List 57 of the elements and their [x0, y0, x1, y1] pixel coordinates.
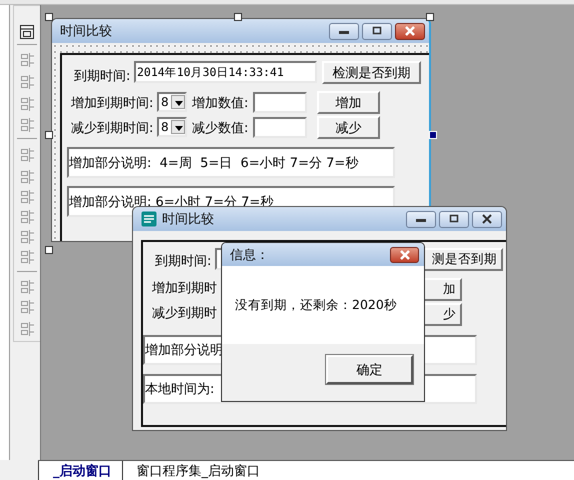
selection-handle[interactable] — [45, 131, 53, 139]
selection-handle[interactable] — [426, 13, 434, 21]
maximize-button[interactable] — [362, 22, 392, 40]
info-label: 增加部分说明: 4=周 5=日 6=小时 7=分 7=秒 — [67, 147, 395, 178]
maximize-icon — [371, 26, 383, 36]
close-icon — [398, 250, 410, 260]
field-label: 减少到期时 — [152, 305, 217, 322]
maximize-button[interactable] — [439, 210, 469, 228]
subtract-button[interactable]: 减少 — [317, 116, 380, 139]
align-icon[interactable] — [19, 229, 35, 245]
selection-handle[interactable] — [45, 13, 53, 21]
minimize-button[interactable] — [329, 22, 359, 40]
field-label: 增加到期时间: — [71, 95, 154, 112]
tab[interactable]: _启动窗口 — [38, 461, 122, 480]
ok-button[interactable]: 确定 — [326, 355, 413, 384]
align-icon[interactable] — [19, 117, 35, 133]
field-label: 增加数值: — [192, 95, 248, 112]
selection-handle[interactable] — [45, 246, 53, 254]
align-icon[interactable] — [19, 52, 35, 68]
text-field[interactable]: 2014年10月30日14:33:41 — [134, 61, 317, 83]
maximize-icon — [448, 214, 460, 224]
dialog-title: 信息： — [230, 246, 269, 264]
align-icon[interactable] — [19, 321, 35, 337]
message-text: 没有到期，还剩余：2020秒 — [235, 296, 397, 314]
check-button[interactable]: 检测是否到期 — [322, 61, 421, 84]
window-title: 时间比较 — [60, 23, 112, 40]
add-button[interactable]: 增加 — [317, 91, 380, 114]
caret-icon — [171, 95, 185, 109]
app-icon — [141, 211, 157, 227]
tab[interactable]: 窗口程序集_启动窗口 — [122, 461, 270, 480]
align-icon[interactable] — [19, 147, 35, 163]
minimize-button[interactable] — [406, 210, 436, 228]
input-field[interactable] — [253, 117, 307, 138]
align-icon[interactable] — [19, 74, 35, 90]
caret-icon — [171, 120, 185, 134]
align-icon[interactable] — [19, 169, 35, 185]
field-label: 到期时间: — [74, 68, 130, 85]
close-button[interactable] — [395, 22, 425, 40]
field-label: 增加到期时 — [152, 280, 217, 297]
form-icon[interactable] — [19, 24, 35, 40]
selection-handle[interactable] — [234, 13, 242, 21]
close-button[interactable] — [390, 246, 419, 262]
close-button[interactable] — [472, 210, 502, 228]
field-label: 到期时间: — [155, 253, 212, 270]
input-field[interactable] — [253, 92, 307, 113]
align-icon[interactable] — [19, 299, 35, 315]
close-icon — [481, 214, 493, 224]
align-icon[interactable] — [19, 189, 35, 205]
field-label: 减少到期时间: — [71, 120, 154, 137]
align-icon[interactable] — [19, 96, 35, 112]
dropdown[interactable]: 8 — [157, 117, 187, 137]
align-icon[interactable] — [19, 209, 35, 225]
close-icon — [404, 26, 416, 36]
field-label: 减少数值: — [192, 120, 248, 137]
align-icon[interactable] — [19, 279, 35, 295]
dropdown[interactable]: 8 — [157, 92, 187, 112]
align-icon[interactable] — [19, 249, 35, 265]
